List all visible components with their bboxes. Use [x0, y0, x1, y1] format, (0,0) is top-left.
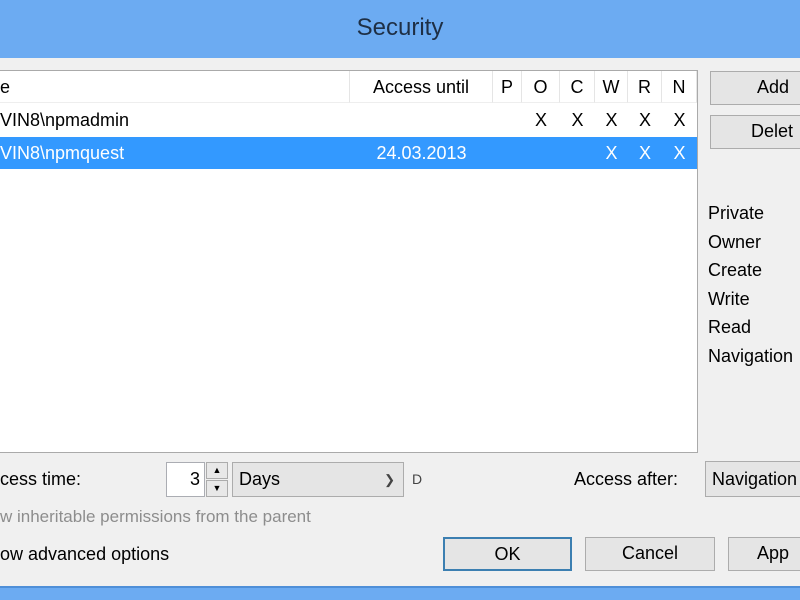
- table-row-selected[interactable]: VIN8\npmquest 24.03.2013 X X X: [0, 137, 697, 169]
- legend-owner: Owner: [708, 232, 762, 252]
- legend-create: Create: [708, 260, 763, 280]
- user-name: VIN8\npmadmin: [0, 110, 130, 130]
- perm-r: X: [638, 110, 651, 130]
- column-header-name[interactable]: e: [0, 71, 350, 103]
- access-after-select[interactable]: Navigation: [705, 461, 800, 497]
- access-time-label: cess time:: [0, 469, 82, 489]
- chevron-down-icon: ❯: [384, 472, 395, 487]
- arrow-down-icon: ▼: [212, 483, 222, 493]
- delete-button[interactable]: Delet: [710, 115, 800, 149]
- advanced-options-checkbox[interactable]: ow advanced options: [0, 544, 169, 565]
- legend-private: Private: [708, 203, 765, 223]
- ok-button[interactable]: OK: [443, 537, 572, 571]
- column-header-access-until[interactable]: Access until: [350, 71, 493, 103]
- access-time-input[interactable]: 3: [166, 462, 205, 497]
- spin-down-button[interactable]: ▼: [206, 480, 228, 497]
- window-bottom-border: [0, 586, 800, 600]
- access-until: 24.03.2013: [376, 143, 467, 163]
- unit-suffix: D: [412, 471, 423, 487]
- spin-up-button[interactable]: ▲: [206, 462, 228, 479]
- legend-navigation: Navigation: [708, 346, 794, 366]
- legend-read: Read: [708, 317, 752, 337]
- perm-n: X: [673, 143, 686, 163]
- permissions-list[interactable]: e Access until P O C W R N VIN8\npmadmin…: [0, 70, 698, 453]
- legend-write: Write: [708, 289, 750, 309]
- column-header-c[interactable]: C: [560, 71, 595, 103]
- table-row[interactable]: VIN8\npmadmin X X X X X: [0, 104, 697, 136]
- column-header-n[interactable]: N: [662, 71, 697, 103]
- perm-n: X: [673, 110, 686, 130]
- perm-c: X: [571, 110, 584, 130]
- perm-r: X: [638, 143, 651, 163]
- arrow-up-icon: ▲: [212, 465, 222, 475]
- window-title: Security: [356, 14, 444, 41]
- perm-w: X: [605, 143, 618, 163]
- column-header-r[interactable]: R: [628, 71, 662, 103]
- user-name: VIN8\npmquest: [0, 143, 125, 163]
- unit-value: Days: [239, 469, 281, 489]
- access-after-label: Access after:: [574, 469, 679, 489]
- inherit-permissions-checkbox[interactable]: w inheritable permissions from the paren…: [0, 507, 311, 527]
- column-header-o[interactable]: O: [522, 71, 560, 103]
- column-header-w[interactable]: W: [595, 71, 628, 103]
- cancel-button[interactable]: Cancel: [585, 537, 715, 571]
- add-button[interactable]: Add: [710, 71, 800, 105]
- perm-w: X: [605, 110, 618, 130]
- apply-button[interactable]: App: [728, 537, 800, 571]
- unit-select[interactable]: Days ❯: [232, 462, 404, 497]
- perm-o: X: [534, 110, 547, 130]
- column-header-p[interactable]: P: [493, 71, 522, 103]
